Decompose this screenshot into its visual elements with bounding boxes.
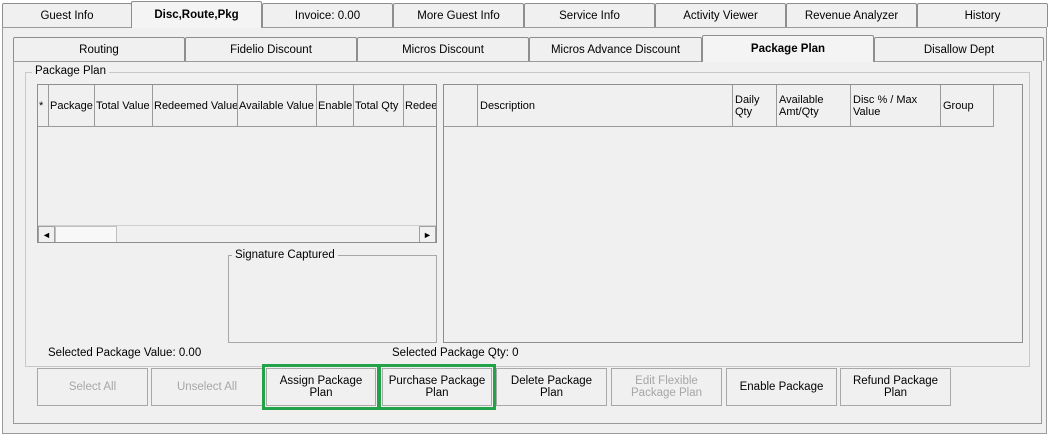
scroll-left-arrow-icon[interactable]: ◄ xyxy=(38,226,55,242)
tab-service-info[interactable]: Service Info xyxy=(524,3,655,27)
tab-micros-advance-discount[interactable]: Micros Advance Discount xyxy=(529,37,702,61)
col-available-amt-qty[interactable]: Available Amt/Qty xyxy=(777,85,851,127)
edit-flexible-package-plan-button[interactable]: Edit Flexible Package Plan xyxy=(611,368,722,406)
tab-revenue-analyzer[interactable]: Revenue Analyzer xyxy=(786,3,917,27)
signature-captured-box xyxy=(228,255,437,343)
tab-disc-route-pkg[interactable]: Disc,Route,Pkg xyxy=(131,1,262,28)
col-total-qty[interactable]: Total Qty xyxy=(354,85,404,127)
assign-package-plan-button[interactable]: Assign Package Plan xyxy=(262,364,380,410)
package-list-header: * Package Total Value Redeemed Value Ava… xyxy=(38,85,436,127)
tab-package-plan[interactable]: Package Plan xyxy=(702,35,874,62)
tab-micros-discount[interactable]: Micros Discount xyxy=(357,37,529,61)
tab-more-guest-info[interactable]: More Guest Info xyxy=(393,3,524,27)
col-redeemed-qty[interactable]: Redee xyxy=(404,85,436,127)
col-row-marker xyxy=(444,85,478,127)
tab-activity-viewer[interactable]: Activity Viewer xyxy=(655,3,786,27)
signature-captured-title: Signature Captured xyxy=(232,249,338,261)
scroll-right-arrow-icon[interactable]: ► xyxy=(419,226,436,242)
delete-package-plan-button[interactable]: Delete Package Plan xyxy=(496,368,607,406)
col-disc-max-value[interactable]: Disc % / Max Value xyxy=(851,85,941,127)
col-select-marker[interactable]: * xyxy=(38,85,49,127)
package-detail-grid[interactable]: Description Daily Qty Available Amt/Qty … xyxy=(443,84,1023,343)
purchase-package-plan-button[interactable]: Purchase Package Plan xyxy=(378,364,496,410)
col-package[interactable]: Package xyxy=(49,85,95,127)
package-list-grid[interactable]: * Package Total Value Redeemed Value Ava… xyxy=(37,84,437,243)
tab-history[interactable]: History xyxy=(917,3,1048,27)
tab-fidelio-discount[interactable]: Fidelio Discount xyxy=(185,37,357,61)
col-description[interactable]: Description xyxy=(478,85,733,127)
package-list-hscroll[interactable]: ◄ ► xyxy=(38,225,436,242)
col-enable[interactable]: Enable xyxy=(317,85,354,127)
unselect-all-button[interactable]: Unselect All xyxy=(151,368,263,406)
col-group[interactable]: Group xyxy=(941,85,994,127)
col-available-value[interactable]: Available Value xyxy=(238,85,317,127)
selected-package-qty: Selected Package Qty: 0 xyxy=(392,347,519,359)
col-daily-qty[interactable]: Daily Qty xyxy=(733,85,777,127)
package-detail-header: Description Daily Qty Available Amt/Qty … xyxy=(444,85,994,127)
enable-package-button[interactable]: Enable Package xyxy=(726,368,837,406)
selected-package-value: Selected Package Value: 0.00 xyxy=(48,347,202,359)
tab-guest-info[interactable]: Guest Info xyxy=(2,3,132,27)
col-total-value[interactable]: Total Value xyxy=(95,85,153,127)
refund-package-plan-button[interactable]: Refund Package Plan xyxy=(840,368,951,406)
package-plan-group-title: Package Plan xyxy=(32,65,109,77)
select-all-button[interactable]: Select All xyxy=(37,368,148,406)
col-redeemed-value[interactable]: Redeemed Value xyxy=(153,85,238,127)
tab-routing[interactable]: Routing xyxy=(13,37,185,61)
scroll-thumb[interactable] xyxy=(55,226,117,242)
tab-invoice[interactable]: Invoice: 0.00 xyxy=(262,3,393,27)
tab-disallow-dept[interactable]: Disallow Dept xyxy=(874,37,1044,61)
